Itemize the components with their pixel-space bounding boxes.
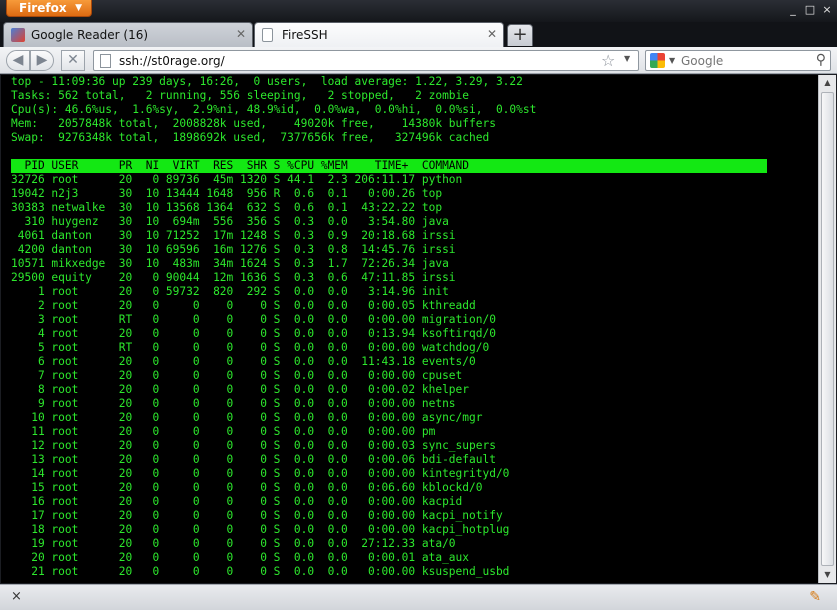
- process-row: 2 root 20 0 0 0 0 S 0.0 0.0 0:00.05 kthr…: [11, 299, 476, 312]
- process-table-header: PID USER PR NI VIRT RES SHR S %CPU %MEM …: [11, 159, 767, 173]
- close-addon-bar-icon[interactable]: ×: [11, 589, 22, 604]
- title-bar: Firefox ▼ _ □ ×: [0, 0, 837, 22]
- scroll-down-icon[interactable]: ▼: [819, 567, 836, 583]
- firefox-menu-button[interactable]: Firefox ▼: [6, 0, 92, 17]
- tab-google-reader[interactable]: Google Reader (16) ✕: [3, 22, 253, 47]
- process-row: 13 root 20 0 0 0 0 S 0.0 0.0 0:00.06 bdi…: [11, 453, 496, 466]
- summary-line: Cpu(s): 46.6%us, 1.6%sy, 2.9%ni, 48.9%id…: [11, 103, 537, 116]
- process-row: 4200 danton 30 10 69596 16m 1276 S 0.3 0…: [11, 243, 456, 256]
- close-window-button[interactable]: ×: [820, 3, 834, 17]
- process-row: 4 root 20 0 0 0 0 S 0.0 0.0 0:13.94 ksof…: [11, 327, 496, 340]
- page-icon: [100, 54, 111, 68]
- status-bar: × ✎: [0, 584, 837, 610]
- chevron-down-icon: ▼: [75, 3, 82, 13]
- tab-firessh[interactable]: FireSSH ✕: [254, 22, 504, 48]
- process-row: 9 root 20 0 0 0 0 S 0.0 0.0 0:00.00 netn…: [11, 397, 456, 410]
- scrollbar-thumb[interactable]: [821, 92, 834, 566]
- process-row: 7 root 20 0 0 0 0 S 0.0 0.0 0:00.00 cpus…: [11, 369, 463, 382]
- process-row: 12 root 20 0 0 0 0 S 0.0 0.0 0:00.03 syn…: [11, 439, 496, 452]
- process-row: 310 huygenz 30 10 694m 556 356 S 0.3 0.0…: [11, 215, 449, 228]
- close-tab-icon[interactable]: ✕: [236, 27, 246, 41]
- summary-line: Swap: 9276348k total, 1898692k used, 737…: [11, 131, 490, 144]
- process-row: 1 root 20 0 59732 820 292 S 0.0 0.0 3:14…: [11, 285, 449, 298]
- arrow-right-icon: ▶: [36, 52, 48, 68]
- back-button[interactable]: ◀: [6, 50, 30, 71]
- process-row: 8 root 20 0 0 0 0 S 0.0 0.0 0:00.02 khel…: [11, 383, 470, 396]
- process-row: 5 root RT 0 0 0 0 S 0.0 0.0 0:00.00 watc…: [11, 341, 490, 354]
- search-icon[interactable]: ⚲: [816, 52, 826, 68]
- process-row: 6 root 20 0 0 0 0 S 0.0 0.0 11:43.18 eve…: [11, 355, 476, 368]
- url-bar[interactable]: ☆ ▼: [93, 50, 639, 71]
- process-row: 4061 danton 30 10 71252 17m 1248 S 0.3 0…: [11, 229, 456, 242]
- addon-puzzle-icon[interactable]: ✎: [809, 589, 821, 605]
- process-row: 14 root 20 0 0 0 0 S 0.0 0.0 0:00.00 kin…: [11, 467, 510, 480]
- page-icon: [262, 28, 273, 42]
- forward-button[interactable]: ▶: [30, 50, 54, 71]
- stop-button[interactable]: ✕: [61, 50, 85, 71]
- scroll-up-icon[interactable]: ▲: [819, 75, 836, 91]
- process-row: 10571 mikxedge 30 10 483m 34m 1624 S 0.3…: [11, 257, 449, 270]
- arrow-left-icon: ◀: [12, 52, 24, 68]
- process-row: 11 root 20 0 0 0 0 S 0.0 0.0 0:00.00 pm: [11, 425, 436, 438]
- tab-strip: Google Reader (16) ✕ FireSSH ✕ +: [0, 22, 837, 48]
- google-reader-icon: [11, 28, 25, 42]
- process-row: 10 root 20 0 0 0 0 S 0.0 0.0 0:00.00 asy…: [11, 411, 483, 424]
- navigation-toolbar: ◀ ▶ ✕ ☆ ▼ ▼ ⚲: [0, 47, 837, 74]
- history-dropdown-icon[interactable]: ▼: [624, 54, 630, 63]
- summary-line: top - 11:09:36 up 239 days, 16:26, 0 use…: [11, 75, 523, 88]
- process-row: 18 root 20 0 0 0 0 S 0.0 0.0 0:00.00 kac…: [11, 523, 510, 536]
- stop-x-icon: ✕: [67, 52, 79, 68]
- google-icon[interactable]: [650, 53, 665, 68]
- url-input[interactable]: [119, 53, 589, 69]
- vertical-scrollbar[interactable]: ▲ ▼: [818, 75, 836, 583]
- process-row: 19 root 20 0 0 0 0 S 0.0 0.0 27:12.33 at…: [11, 537, 456, 550]
- close-tab-icon[interactable]: ✕: [487, 27, 497, 41]
- process-row: 29500 equity 20 0 90044 12m 1636 S 0.3 0…: [11, 271, 456, 284]
- summary-line: Tasks: 562 total, 2 running, 556 sleepin…: [11, 89, 470, 102]
- bookmark-star-icon[interactable]: ☆: [601, 51, 615, 70]
- process-row: 16 root 20 0 0 0 0 S 0.0 0.0 0:00.00 kac…: [11, 495, 463, 508]
- tab-label: Google Reader (16): [31, 28, 149, 42]
- search-input[interactable]: [681, 53, 806, 69]
- process-row: 3 root RT 0 0 0 0 S 0.0 0.0 0:00.00 migr…: [11, 313, 496, 326]
- process-row: 32726 root 20 0 89736 45m 1320 S 44.1 2.…: [11, 173, 463, 186]
- process-row: 17 root 20 0 0 0 0 S 0.0 0.0 0:00.00 kac…: [11, 509, 503, 522]
- ssh-terminal[interactable]: top - 11:09:36 up 239 days, 16:26, 0 use…: [1, 75, 818, 583]
- process-row: 19042 n2j3 30 10 13444 1648 956 R 0.6 0.…: [11, 187, 443, 200]
- process-row: 21 root 20 0 0 0 0 S 0.0 0.0 0:00.00 ksu…: [11, 565, 510, 578]
- summary-line: Mem: 2057848k total, 2008828k used, 4902…: [11, 117, 496, 130]
- new-tab-button[interactable]: +: [507, 24, 533, 46]
- firefox-menu-label: Firefox: [19, 1, 67, 15]
- process-row: 30383 netwalke 30 10 13568 1364 632 S 0.…: [11, 201, 443, 214]
- terminal-output: top - 11:09:36 up 239 days, 16:26, 0 use…: [11, 75, 811, 579]
- search-engine-dropdown-icon[interactable]: ▼: [669, 56, 675, 65]
- search-bar[interactable]: ▼ ⚲: [645, 50, 831, 71]
- minimize-button[interactable]: _: [786, 3, 800, 17]
- process-row: 15 root 20 0 0 0 0 S 0.0 0.0 0:06.60 kbl…: [11, 481, 483, 494]
- maximize-button[interactable]: □: [803, 3, 817, 17]
- process-row: 20 root 20 0 0 0 0 S 0.0 0.0 0:00.01 ata…: [11, 551, 470, 564]
- tab-label: FireSSH: [282, 28, 328, 42]
